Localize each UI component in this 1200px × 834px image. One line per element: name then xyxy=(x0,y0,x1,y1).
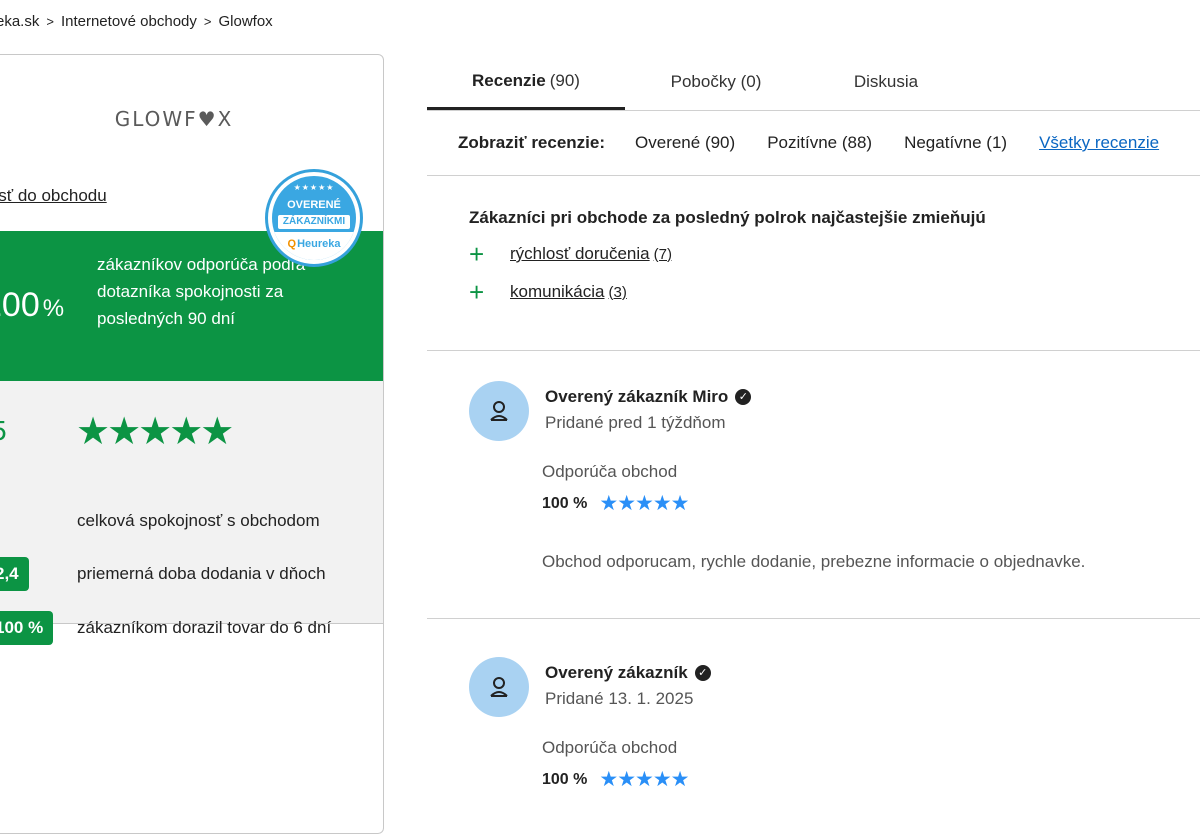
reviewer-name: Overený zákazník Miro ✓ xyxy=(545,387,752,407)
plus-icon: + xyxy=(469,239,485,269)
user-avatar-icon xyxy=(469,381,529,441)
recommend-value: 100 % xyxy=(542,494,588,512)
badge-brand-text: Heureka xyxy=(297,238,341,250)
overall-score: 5 xyxy=(0,415,7,447)
mention-item: + komunikácia (3) xyxy=(469,277,1169,307)
heureka-logo-icon: Q xyxy=(287,238,297,250)
recommend-label: Odporúča obchod xyxy=(542,462,678,481)
breadcrumb-item-heureka[interactable]: eka.sk xyxy=(0,13,39,30)
recommend-label: Odporúča obchod xyxy=(542,738,678,757)
chevron-right-icon: > xyxy=(203,14,212,29)
visit-shop-link[interactable]: ejsť do obchodu xyxy=(0,186,107,206)
chevron-right-icon: > xyxy=(46,14,54,29)
mention-count[interactable]: (3) xyxy=(609,284,627,301)
divider xyxy=(427,618,1200,619)
review-item: Overený zákazník Miro ✓ Pridané pred 1 tý… xyxy=(469,381,1189,591)
recommend-value: 100 % xyxy=(542,770,588,788)
review-tabs: Recenzie (90) Pobočky (0) Diskusia xyxy=(427,54,1200,110)
filter-label: Zobraziť recenzie: xyxy=(458,133,606,152)
badge-line1: OVERENÉ xyxy=(287,199,341,211)
user-avatar-icon xyxy=(469,657,529,717)
verified-by-customers-badge: ★★★★★ OVERENÉ ZÁKAZNÍKMI QHeureka xyxy=(265,169,363,267)
filter-verified[interactable]: Overené (90) xyxy=(635,133,735,153)
filter-all-reviews[interactable]: Všetky recenzie xyxy=(1039,133,1159,153)
review-text: Obchod odporucam, rychle dodanie, prebez… xyxy=(542,552,1086,571)
recommend-percent: 100% xyxy=(0,286,64,325)
delivered-within-value: 100 % xyxy=(0,611,54,645)
delivered-within-label: zákazníkom dorazil tovar do 6 dní xyxy=(77,618,332,637)
review-filter-bar: Zobraziť recenzie: Overené (90) Pozitívn… xyxy=(427,110,1200,176)
tab-count: (0) xyxy=(740,72,762,91)
reviewer-name-text: Overený zákazník Miro xyxy=(545,387,729,406)
mentions-title: Zákazníci pri obchode za posledný polrok… xyxy=(469,208,986,227)
review-date: Pridané pred 1 týždňom xyxy=(545,413,726,432)
mention-item: + rýchlosť doručenia (7) xyxy=(469,239,1169,269)
badge-brand: QHeureka xyxy=(272,238,356,250)
breadcrumb-item-shops[interactable]: Internetové obchody xyxy=(61,13,197,30)
mention-count[interactable]: (7) xyxy=(654,246,672,263)
badge-line2: ZÁKAZNÍKMI xyxy=(278,215,350,229)
overall-stars-icon: ★★★★★ xyxy=(76,411,234,453)
verified-check-icon: ✓ xyxy=(735,389,752,405)
filter-negative[interactable]: Negatívne (1) xyxy=(904,133,1007,153)
delivery-days-label: priemerná doba dodania v dňoch xyxy=(77,564,326,583)
delivery-days-value: 2,4 xyxy=(0,557,29,591)
tab-branches[interactable]: Pobočky (0) xyxy=(625,54,807,110)
recommend-percent-unit: % xyxy=(42,295,65,322)
user-icon xyxy=(490,677,508,697)
shop-stats: 5 ★★★★★ celková spokojnosť s obchodom 2,… xyxy=(0,381,383,645)
plus-icon: + xyxy=(469,277,485,307)
badge-stars-icon: ★★★★★ xyxy=(293,183,335,192)
breadcrumb: eka.sk > Internetové obchody > Glowfox xyxy=(0,13,273,30)
shop-logo[interactable]: GLOWF♥X xyxy=(109,107,239,131)
frequent-mentions: Zákazníci pri obchode za posledný polrok… xyxy=(469,208,1169,307)
rating-stars-icon: ★★★★★ xyxy=(599,768,689,791)
mention-link[interactable]: komunikácia xyxy=(510,282,605,302)
recommend-percent-value: 100 xyxy=(0,286,40,324)
tab-label: Diskusia xyxy=(853,72,919,91)
divider xyxy=(427,350,1200,351)
tab-label: Recenzie xyxy=(472,70,546,90)
tab-discussion[interactable]: Diskusia xyxy=(807,54,965,110)
tab-count: (90) xyxy=(549,70,580,90)
tab-reviews[interactable]: Recenzie (90) xyxy=(427,54,625,110)
overall-satisfaction-label: celková spokojnosť s obchodom xyxy=(77,511,320,530)
rating-stars-icon: ★★★★★ xyxy=(599,492,689,515)
recommend-rating: 100 % ★★★★★ xyxy=(542,491,690,516)
reviewer-name: Overený zákazník ✓ xyxy=(545,663,711,683)
mention-link[interactable]: rýchlosť doručenia xyxy=(510,244,650,264)
breadcrumb-item-current: Glowfox xyxy=(218,13,273,30)
user-icon xyxy=(490,401,508,421)
badge-seal: ★★★★★ OVERENÉ ZÁKAZNÍKMI QHeureka xyxy=(272,176,356,260)
reviewer-name-text: Overený zákazník xyxy=(545,663,688,682)
tab-label: Pobočky xyxy=(670,72,736,91)
review-date: Pridané 13. 1. 2025 xyxy=(545,689,694,708)
recommend-rating: 100 % ★★★★★ xyxy=(542,767,690,792)
verified-check-icon: ✓ xyxy=(694,665,711,681)
filter-positive[interactable]: Pozitívne (88) xyxy=(767,133,872,153)
shop-card: GLOWF♥X ejsť do obchodu ★★★★★ OVERENÉ ZÁ… xyxy=(0,54,384,834)
review-item: Overený zákazník ✓ Pridané 13. 1. 2025 Od… xyxy=(469,657,1189,800)
